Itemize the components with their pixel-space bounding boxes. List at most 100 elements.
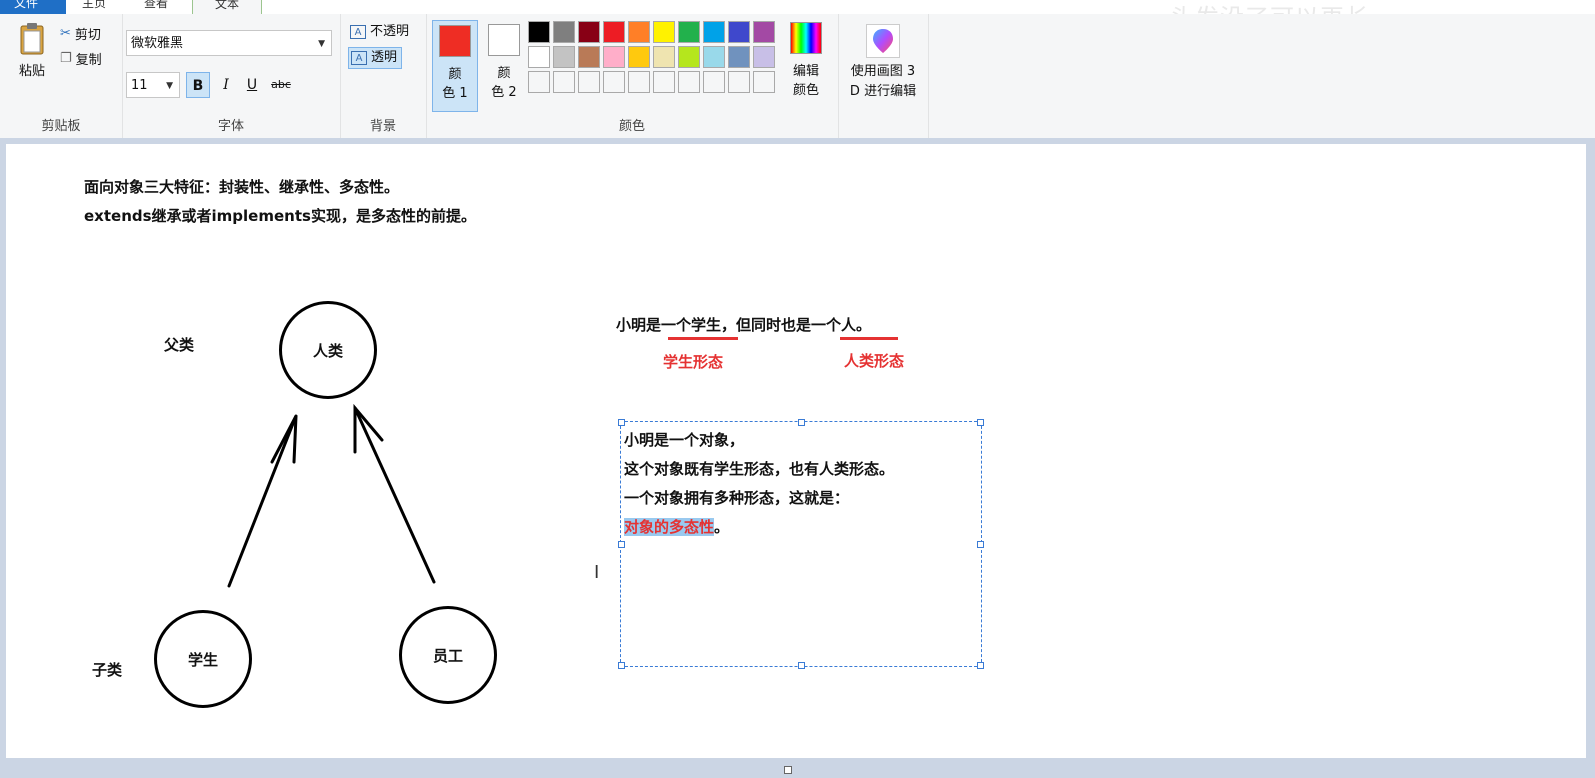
palette-color-swatch[interactable] bbox=[703, 46, 725, 68]
font-size-value: 11 bbox=[131, 78, 148, 93]
palette-color-swatch[interactable] bbox=[603, 46, 625, 68]
opaque-option[interactable]: A 不透明 bbox=[348, 22, 413, 42]
resize-handle-tl[interactable] bbox=[618, 419, 625, 426]
canvas-resize-handle[interactable] bbox=[784, 766, 792, 774]
rainbow-icon bbox=[790, 22, 822, 54]
tab-file[interactable]: 文件 bbox=[0, 0, 66, 14]
color2-label-line2: 色 2 bbox=[491, 85, 517, 100]
underline-button[interactable]: U bbox=[240, 72, 264, 98]
arrowhead-employee bbox=[353, 403, 384, 454]
text-box[interactable]: 小明是一个对象， 这个对象既有学生形态，也有人类形态。 一个对象拥有多种形态，这… bbox=[618, 419, 984, 669]
workspace: 面向对象三大特征：封装性、继承性、多态性。 extends继承或者impleme… bbox=[0, 138, 1595, 778]
palette-empty-swatch[interactable] bbox=[678, 71, 700, 93]
human-form-label: 人类形态 bbox=[844, 352, 905, 370]
transparent-option[interactable]: A 透明 bbox=[348, 47, 403, 69]
background-group: A 不透明 A 透明 背景 bbox=[340, 14, 427, 138]
palette-color-swatch[interactable] bbox=[653, 46, 675, 68]
resize-handle-bl[interactable] bbox=[618, 662, 625, 669]
edit-colors-button[interactable]: 编辑 颜色 bbox=[786, 22, 826, 98]
bold-button[interactable]: B bbox=[186, 72, 210, 98]
palette-empty-swatch[interactable] bbox=[578, 71, 600, 93]
palette-empty-swatch[interactable] bbox=[528, 71, 550, 93]
paste-label: 粘贴 bbox=[18, 64, 45, 79]
palette-color-swatch[interactable] bbox=[753, 46, 775, 68]
paste-button[interactable]: 粘贴 bbox=[14, 22, 50, 79]
paint3d-button[interactable]: 使用画图 3 D 进行编辑 bbox=[846, 24, 920, 102]
paint3d-label-line1: 使用画图 3 bbox=[850, 64, 916, 79]
colors-group-label: 颜色 bbox=[618, 119, 645, 134]
palette-color-swatch[interactable] bbox=[528, 21, 550, 43]
paint3d-icon bbox=[866, 24, 900, 58]
palette-color-swatch[interactable] bbox=[728, 46, 750, 68]
scissors-icon: ✂ bbox=[60, 26, 71, 41]
palette-color-swatch[interactable] bbox=[653, 21, 675, 43]
font-size-select[interactable]: 11 ▼ bbox=[126, 72, 180, 98]
palette-color-swatch[interactable] bbox=[553, 46, 575, 68]
resize-handle-b[interactable] bbox=[798, 662, 805, 669]
arrow-employee-to-human bbox=[353, 406, 436, 584]
copy-label: 复制 bbox=[75, 53, 102, 68]
copy-button[interactable]: ❐ 复制 bbox=[60, 49, 102, 68]
palette-color-swatch[interactable] bbox=[528, 46, 550, 68]
palette-color-swatch[interactable] bbox=[678, 46, 700, 68]
arrowhead-student bbox=[270, 415, 298, 464]
palette-empty-swatch[interactable] bbox=[753, 71, 775, 93]
selected-text[interactable]: 对象的多态性 bbox=[624, 518, 715, 536]
tab-home[interactable]: 主页 bbox=[68, 0, 120, 14]
palette-color-swatch[interactable] bbox=[728, 21, 750, 43]
paste-icon bbox=[20, 23, 44, 55]
transparent-icon: A bbox=[351, 51, 367, 65]
color2-label-line1: 颜 bbox=[497, 66, 511, 81]
textbox-line-4: 对象的多态性。 bbox=[624, 516, 729, 537]
font-group-label: 字体 bbox=[217, 119, 244, 134]
palette-color-swatch[interactable] bbox=[578, 46, 600, 68]
palette-color-swatch[interactable] bbox=[703, 21, 725, 43]
sentence-xiaoming: 小明是一个学生，但同时也是一个人。 bbox=[616, 316, 872, 334]
palette-empty-swatch[interactable] bbox=[653, 71, 675, 93]
student-form-label: 学生形态 bbox=[663, 353, 724, 371]
resize-handle-l[interactable] bbox=[618, 541, 625, 548]
resize-handle-br[interactable] bbox=[977, 662, 984, 669]
strikethrough-button[interactable]: abc bbox=[266, 72, 296, 98]
font-group: 微软雅黑 ▼ 11 ▼ B I U abc 字体 bbox=[122, 14, 341, 138]
palette-color-swatch[interactable] bbox=[578, 21, 600, 43]
palette-empty-swatch[interactable] bbox=[628, 71, 650, 93]
palette-color-swatch[interactable] bbox=[553, 21, 575, 43]
clipboard-group: 粘贴 ✂ 剪切 ❐ 复制 剪贴板 bbox=[0, 14, 123, 138]
palette-color-swatch[interactable] bbox=[678, 21, 700, 43]
palette-empty-swatch[interactable] bbox=[603, 71, 625, 93]
textbox-line-4-rest: 。 bbox=[714, 518, 730, 536]
font-family-select[interactable]: 微软雅黑 ▼ bbox=[126, 30, 332, 56]
palette-empty-swatch[interactable] bbox=[553, 71, 575, 93]
drawing-canvas[interactable]: 面向对象三大特征：封装性、继承性、多态性。 extends继承或者impleme… bbox=[6, 144, 1586, 758]
palette-color-swatch[interactable] bbox=[628, 21, 650, 43]
cut-label: 剪切 bbox=[74, 28, 101, 43]
italic-button[interactable]: I bbox=[214, 72, 238, 98]
opaque-label: 不透明 bbox=[370, 24, 410, 39]
ribbon: 粘贴 ✂ 剪切 ❐ 复制 剪贴板 微软雅黑 ▼ 11 ▼ B I U abc 字… bbox=[0, 14, 1595, 139]
background-group-label: 背景 bbox=[369, 119, 396, 134]
ribbon-tab-bar: 文件 主页 查看 文本 头发没了可以再长 bbox=[0, 0, 1595, 32]
palette-color-swatch[interactable] bbox=[603, 21, 625, 43]
copy-icon: ❐ bbox=[60, 51, 72, 66]
color1-label-line2: 色 1 bbox=[442, 86, 468, 101]
edit-colors-line1: 编辑 bbox=[792, 64, 819, 79]
transparent-label: 透明 bbox=[371, 50, 398, 65]
resize-handle-tr[interactable] bbox=[977, 419, 984, 426]
color2-button[interactable]: 颜 色 2 bbox=[484, 20, 524, 112]
color2-swatch bbox=[488, 24, 520, 56]
clipboard-group-label: 剪贴板 bbox=[41, 119, 81, 134]
tab-view[interactable]: 查看 bbox=[130, 0, 182, 14]
palette-color-swatch[interactable] bbox=[753, 21, 775, 43]
tab-text[interactable]: 文本 bbox=[192, 0, 262, 15]
text-cursor-icon: I bbox=[594, 562, 600, 583]
resize-handle-t[interactable] bbox=[798, 419, 805, 426]
palette-empty-swatch[interactable] bbox=[703, 71, 725, 93]
color1-button[interactable]: 颜 色 1 bbox=[432, 20, 478, 112]
inheritance-arrows bbox=[227, 403, 436, 588]
underline-human bbox=[840, 337, 898, 340]
resize-handle-r[interactable] bbox=[977, 541, 984, 548]
palette-color-swatch[interactable] bbox=[628, 46, 650, 68]
cut-button[interactable]: ✂ 剪切 bbox=[60, 24, 101, 43]
palette-empty-swatch[interactable] bbox=[728, 71, 750, 93]
